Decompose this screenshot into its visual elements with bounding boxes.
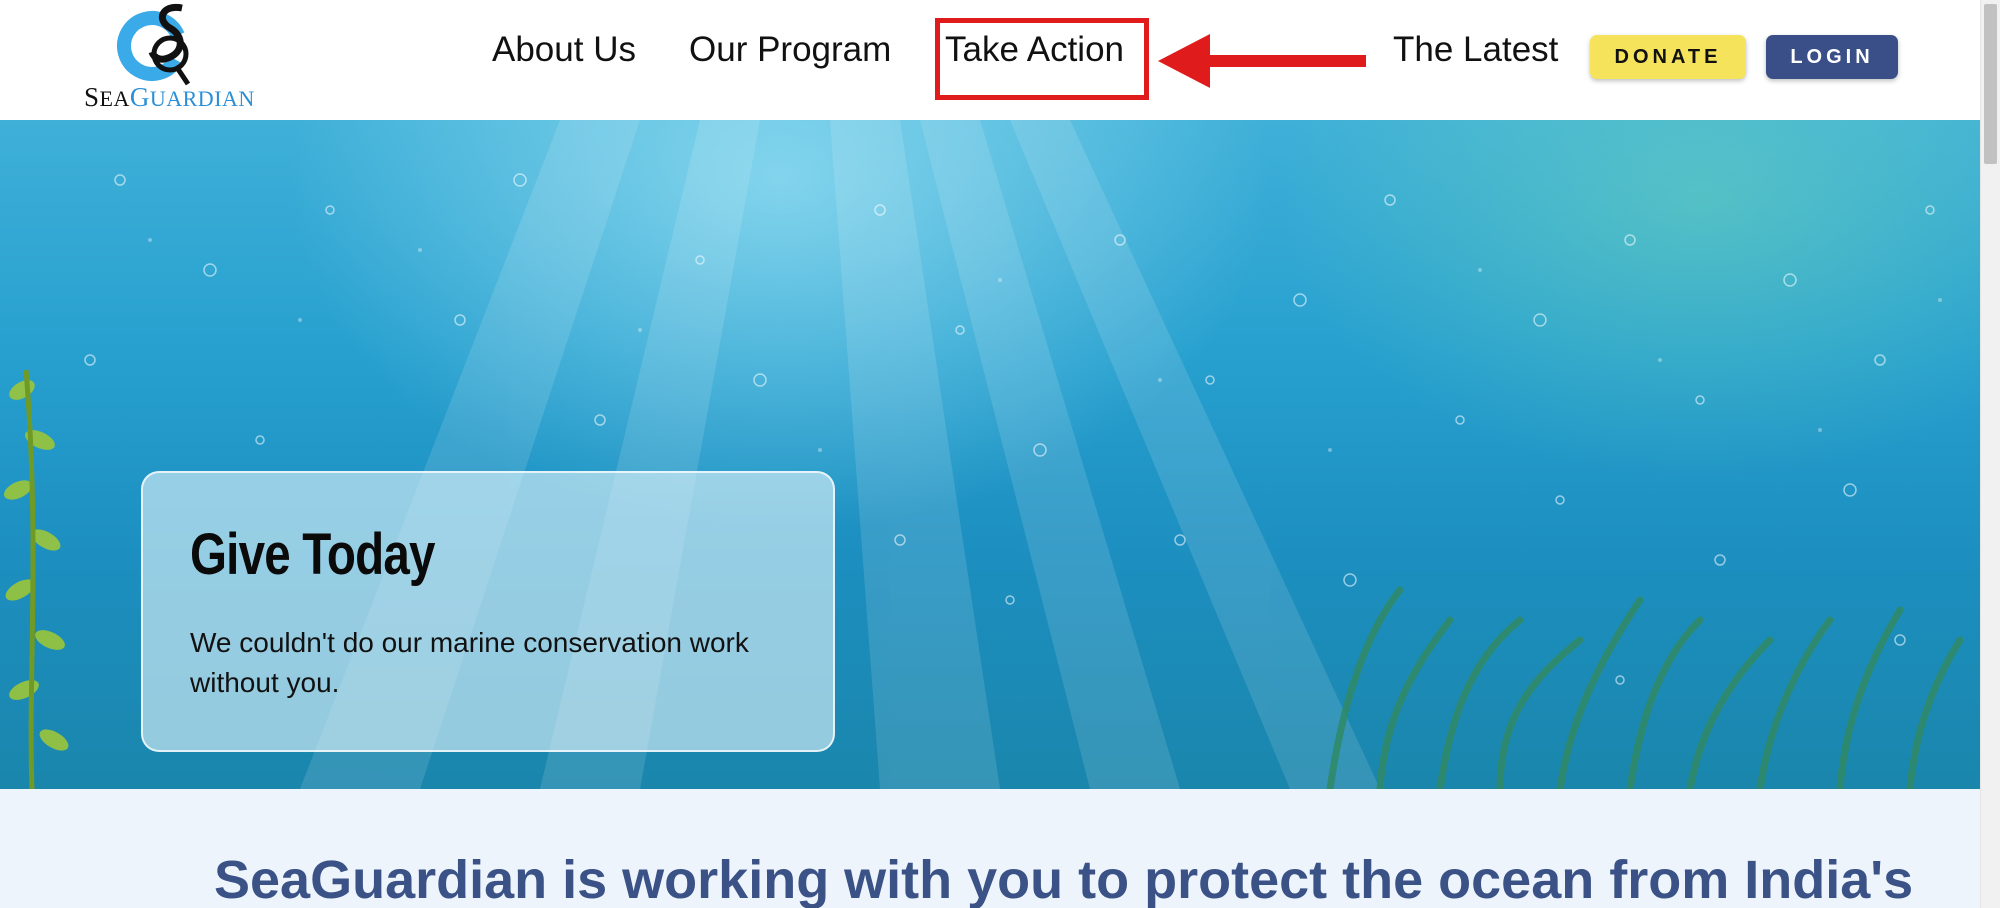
nav-about-us[interactable]: About Us [492, 30, 636, 70]
login-button[interactable]: LOGIN [1766, 35, 1898, 79]
logo-wordmark: SEAGUARDIAN [84, 82, 255, 112]
mission-section: SeaGuardian is working with you to prote… [0, 789, 1980, 908]
site-header: SEAGUARDIAN About Us Our Program Take Ac… [0, 0, 1980, 120]
give-today-card: Give Today We couldn't do our marine con… [141, 471, 835, 752]
donate-button[interactable]: DONATE [1590, 35, 1746, 79]
give-today-description: We couldn't do our marine conservation w… [190, 627, 749, 698]
scrollbar-thumb[interactable] [1984, 4, 1997, 164]
take-action-highlight-box [935, 18, 1149, 100]
seaguardian-logo[interactable]: SEAGUARDIAN [84, 0, 256, 115]
give-today-title: Give Today [190, 522, 435, 587]
red-arrow-icon [1158, 34, 1366, 88]
nav-our-program[interactable]: Our Program [689, 30, 891, 70]
mission-headline: SeaGuardian is working with you to prote… [214, 850, 1914, 908]
nav-the-latest[interactable]: The Latest [1393, 30, 1558, 70]
page-scrollbar[interactable] [1980, 0, 2000, 908]
hero-banner: Give Today We couldn't do our marine con… [0, 120, 1980, 789]
logo-emblem-icon [117, 3, 191, 86]
